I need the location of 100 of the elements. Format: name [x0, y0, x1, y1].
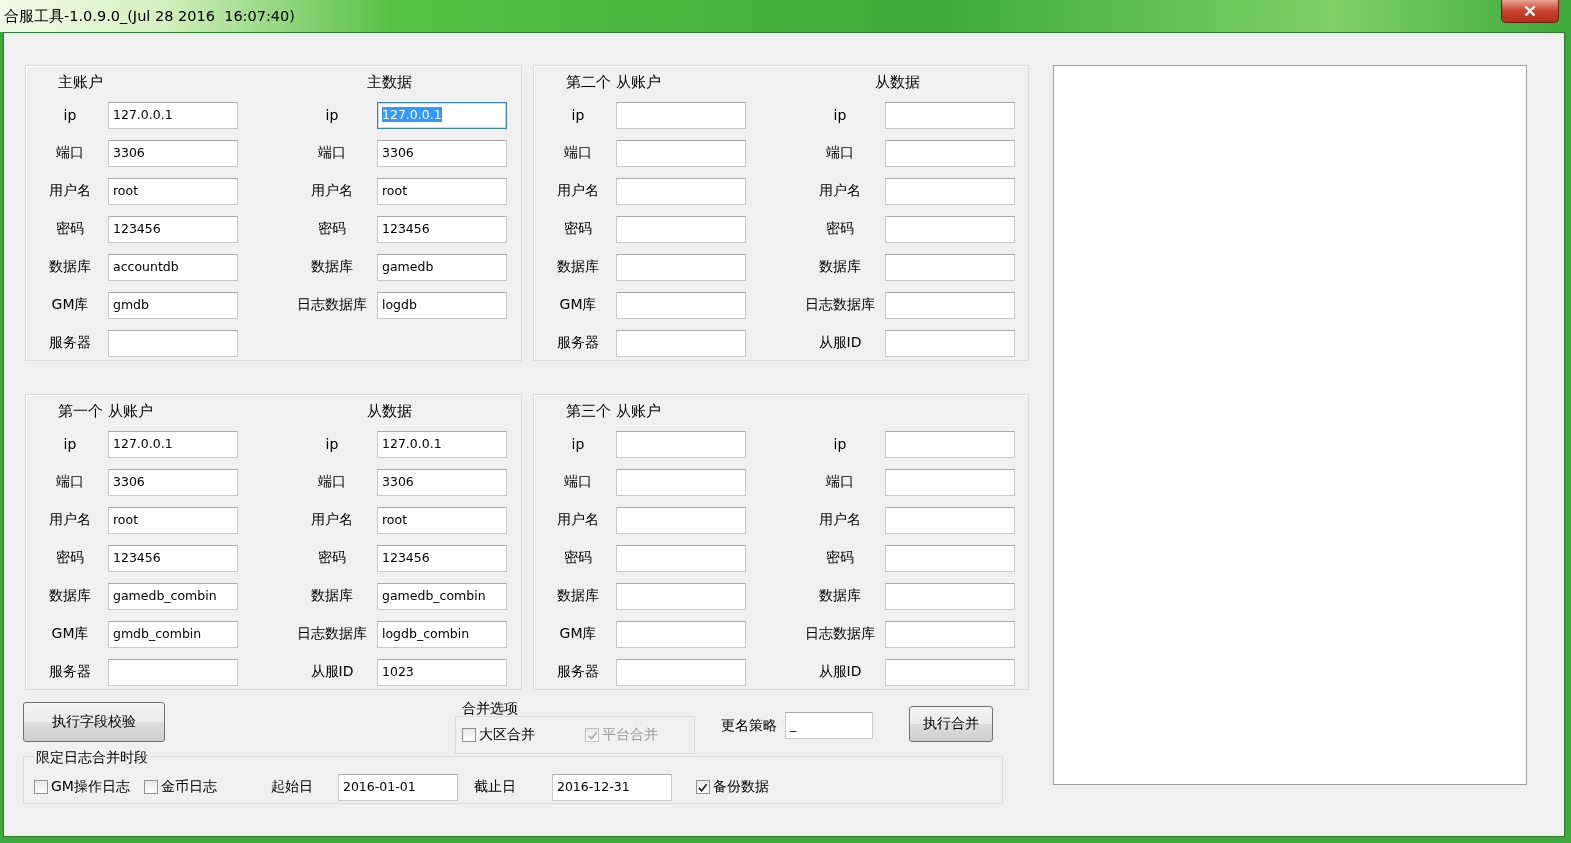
field-label: 端口 [563, 473, 593, 491]
input-field[interactable] [885, 101, 1015, 129]
input-field[interactable]: gamedb_combin [377, 582, 507, 610]
field-label: 服务器 [48, 334, 92, 352]
input-field[interactable]: 123456 [108, 215, 238, 243]
input-field[interactable] [885, 506, 1015, 534]
input-field[interactable]: 3306 [377, 468, 507, 496]
field-label: ip [832, 107, 848, 123]
input-field[interactable] [616, 253, 746, 281]
group-heading: 合并选项 [461, 700, 519, 716]
input-field[interactable] [885, 215, 1015, 243]
input-field[interactable]: 2016-01-01 [337, 773, 458, 801]
input-field[interactable] [616, 329, 746, 357]
input-field[interactable] [885, 177, 1015, 205]
input-field[interactable] [885, 620, 1015, 648]
checkbox-label: 大区合并 [479, 726, 535, 744]
checkbox-label: GM操作日志 [51, 778, 130, 796]
checkbox[interactable] [143, 780, 158, 794]
field-label: 从服ID [817, 334, 863, 352]
field-label: 密码 [563, 220, 593, 238]
input-field[interactable]: gmdb_combin [108, 620, 238, 648]
field-label: 数据库 [556, 587, 600, 605]
field-label: 日志数据库 [804, 296, 876, 314]
field-label: 数据库 [310, 258, 354, 276]
checkbox-label: 备份数据 [712, 778, 769, 796]
field-label: 端口 [55, 144, 85, 162]
field-label: 日志数据库 [296, 625, 368, 643]
checkbox[interactable] [462, 728, 476, 742]
input-field[interactable]: gamedb [377, 253, 507, 281]
input-field[interactable] [616, 291, 746, 319]
group-heading: 第三个 从账户 [566, 403, 661, 419]
input-field[interactable]: 123456 [108, 544, 238, 572]
field-label: GM库 [50, 625, 90, 643]
field-label: ip [324, 436, 340, 452]
input-field[interactable] [885, 658, 1015, 686]
input-field[interactable] [108, 329, 238, 357]
input-field[interactable]: gamedb_combin [108, 582, 238, 610]
close-button[interactable] [1501, 0, 1559, 23]
field-label: ip [62, 107, 78, 123]
input-field[interactable] [616, 506, 746, 534]
field-label: 用户名 [310, 182, 354, 200]
input-field[interactable]: 2016-12-31 [551, 773, 672, 801]
field-label: 密码 [317, 220, 347, 238]
field-label: 密码 [825, 220, 855, 238]
input-field[interactable]: 3306 [377, 139, 507, 167]
input-field[interactable]: 123456 [377, 215, 507, 243]
input-field[interactable] [885, 139, 1015, 167]
input-field[interactable] [885, 430, 1015, 458]
field-label: GM库 [558, 625, 598, 643]
input-field[interactable] [616, 101, 746, 129]
input-field[interactable] [616, 582, 746, 610]
input-field[interactable]: 1023 [377, 658, 507, 686]
close-icon [1524, 5, 1536, 17]
field-label: ip [62, 436, 78, 452]
input-field[interactable]: 123456 [377, 544, 507, 572]
input-field[interactable] [616, 620, 746, 648]
input-field[interactable]: 127.0.0.1 [108, 101, 238, 129]
input-field[interactable]: gmdb [108, 291, 238, 319]
checkbox[interactable] [695, 780, 710, 794]
field-label: 日志数据库 [804, 625, 876, 643]
group-heading: 从数据 [367, 403, 412, 419]
field-label: 用户名 [556, 511, 600, 529]
input-field[interactable]: root [108, 177, 238, 205]
input-field[interactable]: 3306 [108, 468, 238, 496]
input-field[interactable]: logdb [377, 291, 507, 319]
input-field[interactable] [885, 544, 1015, 572]
input-field[interactable] [108, 658, 238, 686]
input-field[interactable]: logdb_combin [377, 620, 507, 648]
field-label: 用户名 [48, 511, 92, 529]
input-field[interactable]: root [377, 177, 507, 205]
input-field[interactable] [616, 658, 746, 686]
input-field[interactable]: _ [785, 712, 873, 739]
field-label: 端口 [825, 144, 855, 162]
field-label: 数据库 [556, 258, 600, 276]
input-field[interactable] [616, 139, 746, 167]
input-field[interactable] [616, 468, 746, 496]
input-field[interactable] [885, 329, 1015, 357]
input-field[interactable] [616, 177, 746, 205]
input-field[interactable] [885, 253, 1015, 281]
input-field[interactable]: root [377, 506, 507, 534]
input-field[interactable] [616, 430, 746, 458]
input-field[interactable] [616, 544, 746, 572]
input-field[interactable] [885, 582, 1015, 610]
input-field[interactable]: root [108, 506, 238, 534]
field-label: 服务器 [556, 334, 600, 352]
input-field[interactable]: 3306 [108, 139, 238, 167]
input-field[interactable] [616, 215, 746, 243]
input-field[interactable]: 127.0.0.1 [377, 430, 507, 458]
field-label: 密码 [825, 549, 855, 567]
field-label: 用户名 [310, 511, 354, 529]
input-field[interactable] [885, 468, 1015, 496]
validate-button[interactable]: 执行字段校验 [23, 702, 165, 742]
input-field[interactable]: 127.0.0.1 [108, 430, 238, 458]
field-label: 服务器 [48, 663, 92, 681]
checkbox[interactable] [34, 780, 48, 794]
field-label: 密码 [317, 549, 347, 567]
merge-button[interactable]: 执行合并 [909, 706, 993, 742]
field-label: 用户名 [818, 182, 862, 200]
input-field[interactable]: accountdb [108, 253, 238, 281]
input-field[interactable] [885, 291, 1015, 319]
